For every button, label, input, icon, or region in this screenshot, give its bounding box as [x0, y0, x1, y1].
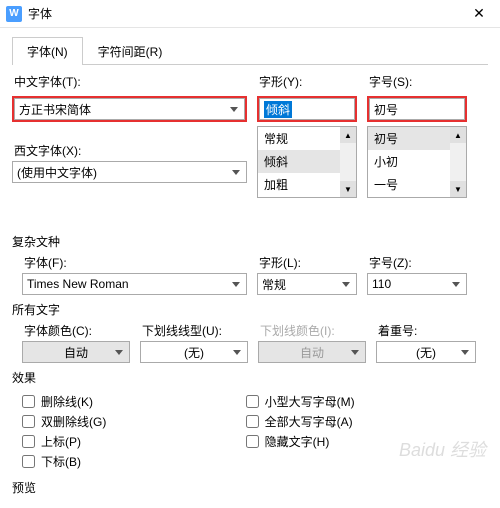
list-item[interactable]: 加粗: [258, 173, 340, 196]
list-item[interactable]: 小初: [368, 150, 450, 173]
c-font-dropdown[interactable]: Times New Roman: [22, 273, 247, 295]
style-input[interactable]: 倾斜: [259, 98, 355, 120]
section-effects: 效果: [12, 369, 488, 386]
checkbox-subscript[interactable]: 下标(B): [22, 453, 246, 470]
font-color-dropdown[interactable]: 自动: [22, 341, 130, 363]
scroll-track[interactable]: [340, 143, 356, 181]
c-font-value: Times New Roman: [27, 277, 129, 291]
font-color-value: 自动: [64, 344, 88, 361]
checkbox-strike[interactable]: 删除线(K): [22, 393, 246, 410]
list-item[interactable]: 常规: [258, 127, 340, 150]
emphasis-value: (无): [416, 344, 436, 361]
tab-font[interactable]: 字体(N): [12, 37, 83, 65]
label-ul-color: 下划线颜色(I):: [258, 322, 366, 339]
size-input[interactable]: 初号: [369, 98, 465, 120]
scroll-track[interactable]: [450, 143, 466, 181]
scroll-up-icon[interactable]: ▲: [450, 127, 466, 143]
underline-dropdown[interactable]: (无): [140, 341, 248, 363]
scroll-down-icon[interactable]: ▼: [340, 181, 356, 197]
label-style: 字形(Y):: [257, 73, 357, 90]
section-preview: 预览: [12, 479, 488, 496]
style-listbox[interactable]: 常规 倾斜 加粗 ▲ ▼: [257, 126, 357, 198]
titlebar: W 字体 ✕: [0, 0, 500, 28]
size-value: 初号: [374, 101, 398, 118]
checkbox-allcaps[interactable]: 全部大写字母(A): [246, 413, 470, 430]
dialog-content: 字体(N) 字符间距(R) 中文字体(T): 字形(Y): 字号(S): 方正书…: [0, 28, 500, 508]
checkbox-hidden[interactable]: 隐藏文字(H): [246, 433, 470, 450]
ul-color-value: 自动: [300, 344, 324, 361]
west-font-dropdown[interactable]: (使用中文字体): [12, 161, 247, 183]
label-west-font: 西文字体(X):: [12, 142, 247, 159]
app-icon: W: [6, 6, 22, 22]
list-item[interactable]: 初号: [368, 127, 450, 150]
label-emphasis: 着重号:: [376, 322, 476, 339]
list-item[interactable]: 倾斜: [258, 150, 340, 173]
west-font-value: (使用中文字体): [17, 164, 97, 181]
checkbox-double-strike[interactable]: 双删除线(G): [22, 413, 246, 430]
effects-group: 删除线(K) 双删除线(G) 上标(P) 下标(B) 小型大写字母(M) 全部大…: [12, 390, 488, 473]
c-style-value: 常规: [262, 276, 286, 293]
section-complex: 复杂文种: [12, 233, 488, 250]
style-value: 倾斜: [264, 101, 292, 118]
underline-value: (无): [184, 344, 204, 361]
label-c-size: 字号(Z):: [367, 254, 467, 271]
label-c-style: 字形(L):: [257, 254, 357, 271]
c-size-value: 110: [372, 277, 391, 291]
scroll-up-icon[interactable]: ▲: [340, 127, 356, 143]
section-alltext: 所有文字: [12, 301, 488, 318]
scrollbar[interactable]: ▲ ▼: [450, 127, 466, 197]
label-size: 字号(S):: [367, 73, 467, 90]
tabs: 字体(N) 字符间距(R): [12, 36, 488, 65]
emphasis-dropdown[interactable]: (无): [376, 341, 476, 363]
label-underline: 下划线线型(U):: [140, 322, 248, 339]
tab-spacing[interactable]: 字符间距(R): [83, 37, 178, 65]
cn-font-dropdown[interactable]: 方正书宋简体: [14, 98, 245, 120]
ul-color-dropdown: 自动: [258, 341, 366, 363]
label-font-color: 字体颜色(C):: [22, 322, 130, 339]
c-style-dropdown[interactable]: 常规: [257, 273, 357, 295]
cn-font-value: 方正书宋简体: [19, 101, 91, 118]
label-c-font: 字体(F):: [22, 254, 247, 271]
scroll-down-icon[interactable]: ▼: [450, 181, 466, 197]
size-listbox[interactable]: 初号 小初 一号 ▲ ▼: [367, 126, 467, 198]
c-size-dropdown[interactable]: 110: [367, 273, 467, 295]
scrollbar[interactable]: ▲ ▼: [340, 127, 356, 197]
list-item[interactable]: 一号: [368, 173, 450, 196]
close-button[interactable]: ✕: [464, 4, 494, 24]
window-title: 字体: [28, 5, 52, 22]
checkbox-smallcaps[interactable]: 小型大写字母(M): [246, 393, 470, 410]
label-cn-font: 中文字体(T):: [12, 73, 247, 90]
checkbox-superscript[interactable]: 上标(P): [22, 433, 246, 450]
